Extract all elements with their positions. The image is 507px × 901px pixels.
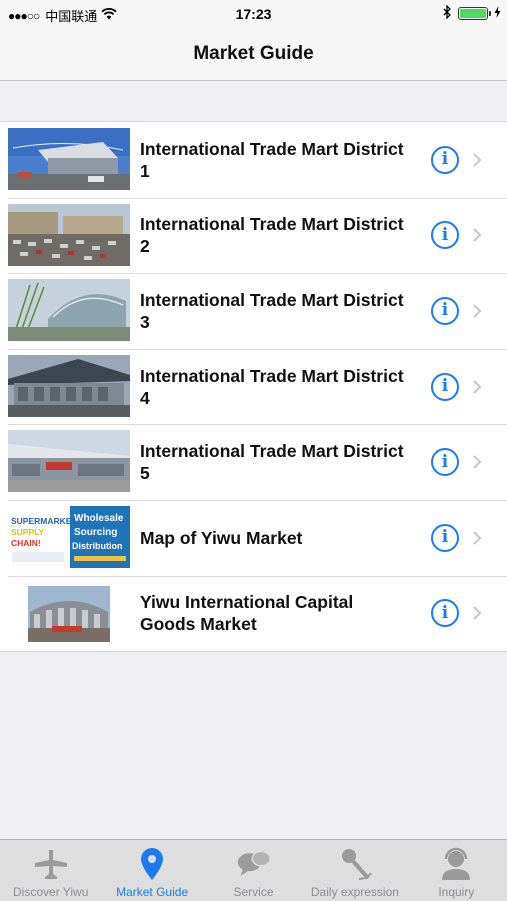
info-icon[interactable]: i [431, 221, 459, 250]
market-thumbnail [8, 279, 130, 342]
tab-discover-yiwu[interactable]: Discover Yiwu [0, 840, 101, 901]
tab-label: Service [233, 885, 274, 899]
microphone-icon [337, 846, 373, 882]
list-item-label: International Trade Mart District 2 [140, 214, 404, 257]
svg-text:Sourcing: Sourcing [74, 527, 117, 538]
list-item-label: Yiwu International Capital Goods Market [140, 592, 354, 635]
tab-service[interactable]: Service [203, 840, 304, 901]
list-item[interactable]: SUPERMARKET SUPPLY CHAIN! Wholesale Sour… [0, 499, 507, 576]
list-item[interactable]: Yiwu International Capital Goods Market … [0, 575, 507, 652]
info-icon[interactable]: i [431, 145, 459, 174]
tab-label: Daily expression [310, 885, 399, 899]
list-item-label: International Trade Mart District 5 [140, 441, 404, 484]
market-thumbnail [8, 430, 130, 493]
info-icon[interactable]: i [431, 372, 459, 401]
chevron-right-icon [473, 304, 482, 318]
battery-icon [458, 7, 491, 20]
market-thumbnail [8, 128, 130, 190]
tab-label: Market Guide [116, 885, 189, 899]
page-title: Market Guide [193, 43, 314, 64]
list-item[interactable]: International Trade Mart District 4 i [0, 348, 507, 425]
airplane-icon [33, 846, 69, 882]
list-item[interactable]: International Trade Mart District 2 i [0, 197, 507, 274]
info-icon[interactable]: i [431, 523, 459, 552]
list-item[interactable]: International Trade Mart District 5 i [0, 424, 507, 500]
market-thumbnail [8, 581, 130, 644]
chevron-right-icon [473, 531, 482, 545]
chevron-right-icon [473, 228, 482, 243]
list-item-label: Map of Yiwu Market [140, 527, 303, 548]
svg-text:Distribution: Distribution [72, 541, 123, 551]
bluetooth-icon [443, 4, 452, 22]
market-list: International Trade Mart District 1 i In… [0, 121, 507, 653]
market-thumbnail [8, 354, 130, 417]
svg-text:SUPPLY: SUPPLY [11, 527, 45, 537]
list-item-label: International Trade Mart District 4 [140, 365, 404, 408]
charging-icon [494, 6, 501, 21]
chevron-right-icon [473, 455, 482, 469]
headset-agent-icon [438, 846, 474, 882]
status-bar: ●●●○○ 中国联通 17:23 [0, 0, 507, 28]
chevron-right-icon [473, 153, 482, 167]
tab-label: Inquiry [438, 885, 475, 899]
tab-market-guide[interactable]: Market Guide [101, 840, 202, 901]
svg-text:SUPERMARKET: SUPERMARKET [11, 516, 77, 526]
info-icon[interactable]: i [431, 448, 459, 477]
info-icon[interactable]: i [431, 599, 459, 628]
status-time: 17:23 [235, 6, 272, 22]
list-item-label: International Trade Mart District 3 [140, 289, 404, 332]
market-thumbnail [8, 203, 130, 266]
market-map-thumbnail: SUPERMARKET SUPPLY CHAIN! Wholesale Sour… [8, 505, 130, 568]
list-item-label: International Trade Mart District 1 [140, 138, 404, 181]
tab-daily-expression[interactable]: Daily expression [304, 840, 405, 901]
info-icon[interactable]: i [431, 296, 459, 325]
tab-bar: Discover Yiwu Market Guide Service Daily… [0, 839, 507, 901]
chat-bubbles-icon [236, 846, 272, 882]
location-pin-icon [134, 846, 170, 882]
tab-label: Discover Yiwu [13, 885, 89, 899]
chevron-right-icon [473, 606, 482, 621]
svg-text:CHAIN!: CHAIN! [11, 538, 41, 548]
chevron-right-icon [473, 379, 482, 394]
list-item[interactable]: International Trade Mart District 3 i [0, 273, 507, 349]
list-item[interactable]: International Trade Mart District 1 i [0, 122, 507, 198]
tab-inquiry[interactable]: Inquiry [406, 840, 507, 901]
navigation-bar: Market Guide [0, 28, 507, 81]
svg-text:Wholesale: Wholesale [74, 513, 124, 524]
